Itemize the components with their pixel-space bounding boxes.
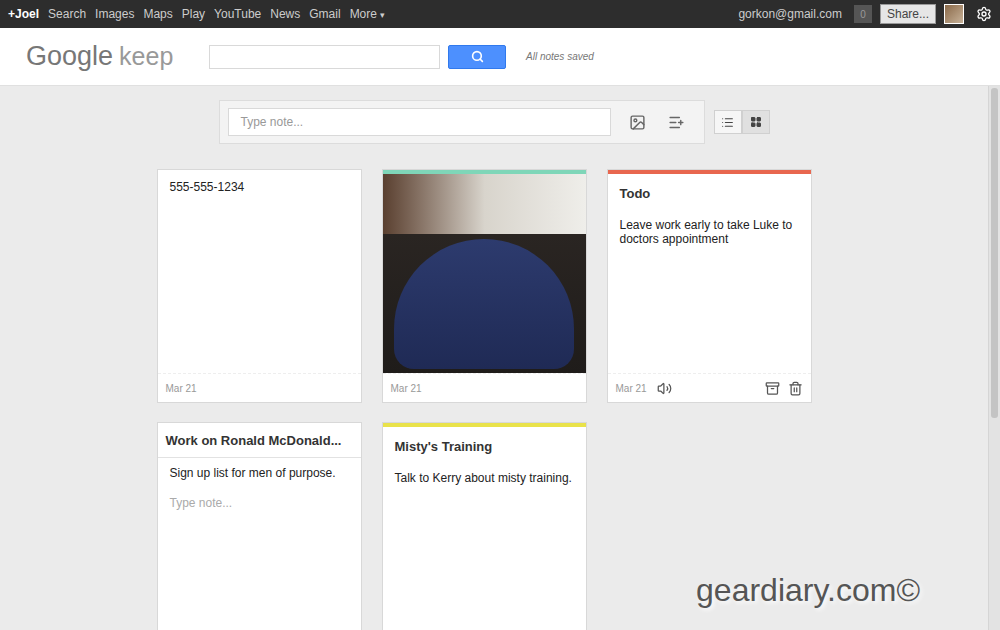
top-bar-link[interactable]: Play (182, 5, 205, 23)
list-view-button[interactable] (714, 110, 742, 134)
note-date: Mar 21 (166, 381, 197, 396)
note-card[interactable]: 555-555-1234 Mar 21 (157, 169, 362, 403)
note-date: Mar 21 (391, 381, 422, 396)
note-card[interactable]: Misty's TrainingTalk to Kerry about mist… (382, 422, 587, 630)
note-body[interactable]: 555-555-1234 (158, 170, 361, 194)
trash-icon[interactable] (788, 381, 803, 396)
list-view-icon (721, 116, 734, 129)
top-bar: +Joel Search Images Maps Play YouTube News Gmai… (0, 0, 1000, 28)
save-status: All notes saved (526, 49, 594, 64)
note-body[interactable]: Sign up list for men of purpose. (158, 458, 361, 480)
note-card[interactable]: Work on Ronald McDonald...Sign up list f… (157, 422, 362, 630)
top-bar-link[interactable]: News (270, 5, 300, 23)
note-card[interactable]: Mar 21 (382, 169, 587, 403)
note-date: Mar 21 (616, 381, 647, 396)
top-bar-link[interactable]: Search (48, 5, 86, 23)
archive-icon[interactable] (765, 381, 780, 396)
note-footer: Mar 21 (608, 373, 811, 402)
watermark: geardiary.com© (696, 566, 920, 614)
note-color-bar (608, 170, 811, 174)
grid-view-button[interactable] (742, 110, 770, 134)
gear-icon[interactable] (976, 6, 992, 22)
note-color-bar (383, 423, 586, 427)
grid-icon (750, 116, 762, 128)
scrollbar[interactable] (988, 86, 1000, 630)
note-input[interactable]: Type note... (228, 108, 611, 136)
note-title[interactable]: Todo (608, 174, 811, 210)
notes-grid: 555-555-1234Mar 21Mar 21TodoLeave work e… (157, 169, 812, 630)
top-bar-link[interactable]: Gmail (309, 5, 340, 23)
notification-count[interactable]: 0 (854, 5, 872, 23)
header: Googlekeep All notes saved (0, 28, 1000, 86)
keep-page: +Joel Search Images Maps Play YouTube News Gmai… (0, 0, 1000, 630)
search-icon (471, 50, 484, 63)
note-body[interactable]: Talk to Kerry about misty training. (383, 463, 586, 485)
top-bar-link[interactable]: Images (95, 5, 134, 23)
logo[interactable]: Googlekeep (26, 36, 209, 77)
note-body-input[interactable]: Type note... (158, 480, 361, 512)
share-button[interactable]: Share... (880, 4, 936, 24)
top-bar-link[interactable]: More▾ (350, 5, 385, 23)
top-bar-link[interactable]: YouTube (214, 5, 261, 23)
account-email[interactable]: gorkon@gmail.com (738, 5, 842, 23)
note-body[interactable]: Leave work early to take Luke to doctors… (608, 210, 811, 246)
caret-icon: ▾ (380, 10, 385, 20)
note-title[interactable]: Work on Ronald McDonald... (158, 423, 361, 458)
search-button[interactable] (448, 45, 506, 69)
top-bar-link[interactable]: Maps (143, 5, 172, 23)
sound-icon[interactable] (657, 381, 672, 396)
note-card[interactable]: TodoLeave work early to take Luke to doc… (607, 169, 812, 403)
note-footer: Mar 21 (158, 373, 361, 402)
note-footer: Mar 21 (383, 373, 586, 402)
notes-area: Type note...555-555-1234Mar 21Mar 21Todo… (0, 86, 988, 630)
top-bar-link[interactable]: +Joel (8, 5, 39, 23)
avatar-icon[interactable] (944, 4, 964, 24)
composer: Type note... (219, 100, 705, 144)
list-icon[interactable] (668, 114, 685, 131)
note-photo[interactable] (383, 174, 586, 373)
note-title[interactable]: Misty's Training (383, 427, 586, 463)
search-field[interactable] (209, 45, 440, 69)
image-icon[interactable] (629, 114, 646, 131)
